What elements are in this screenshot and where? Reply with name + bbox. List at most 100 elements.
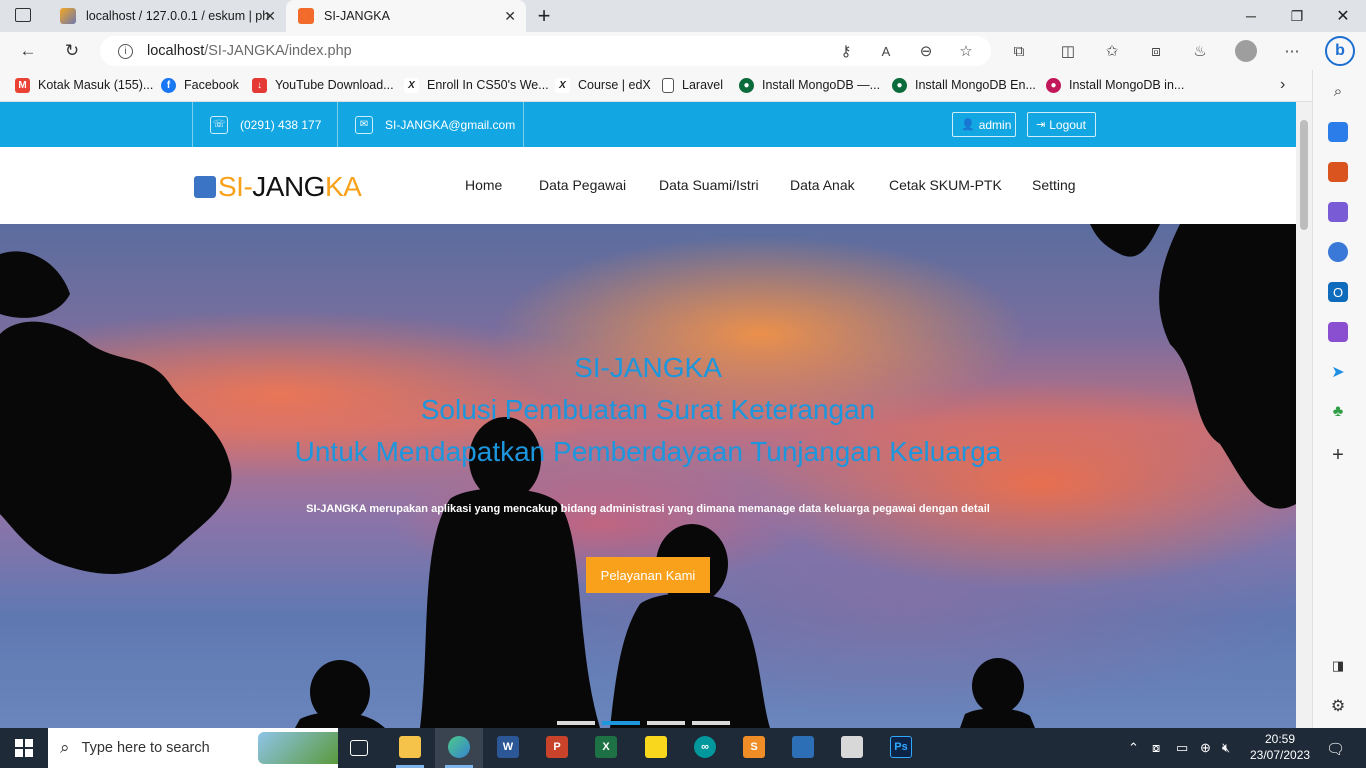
mongodb-icon: ● [1046,77,1061,93]
bookmark-item[interactable]: X Enroll In CS50's We... [404,76,549,94]
bookmark-item[interactable]: ● Install MongoDB in... [1046,76,1184,94]
language-globe-icon[interactable]: ⊕ [1200,740,1211,756]
office-icon[interactable] [1328,242,1348,262]
nav-setting[interactable]: Setting [1032,177,1076,193]
chevron-up-icon[interactable]: ⌃ [1128,740,1139,756]
tab-actions-icon[interactable] [15,8,31,22]
phone-icon: ☏ [210,115,228,134]
battery-icon[interactable]: ▭ [1176,740,1188,756]
send-icon[interactable]: ➤ [1328,362,1348,382]
sidebar-toggle-icon[interactable]: ◨ [1328,656,1348,676]
photoshop-icon[interactable]: Ps [890,736,912,758]
facebook-icon: f [161,77,176,93]
key-icon[interactable]: ⚷ [835,40,857,62]
close-window-button[interactable]: ✕ [1320,0,1366,32]
read-aloud-icon[interactable]: A [875,40,897,62]
hero-slider: SI-JANGKA Solusi Pembuatan Surat Keteran… [0,224,1296,728]
chevron-right-icon[interactable]: › [1280,76,1285,94]
bookmark-label: Kotak Masuk (155)... [38,78,154,92]
mail-icon: ✉ [355,115,373,134]
scrollbar-thumb[interactable] [1300,120,1308,230]
bookmark-item[interactable]: f Facebook [161,76,239,94]
restore-button[interactable]: ❐ [1274,0,1320,32]
close-icon[interactable]: ✕ [264,8,276,25]
minimize-button[interactable]: ─ [1228,0,1274,32]
slide-indicator-active[interactable] [602,721,640,725]
bookmark-item[interactable]: ● Install MongoDB En... [892,76,1036,94]
file-explorer-icon[interactable] [399,736,421,758]
shopping-icon[interactable] [1328,122,1348,142]
network-device-icon[interactable]: ⧇ [1152,740,1160,756]
admin-label: admin [978,117,1012,132]
tab-si-jangka[interactable]: SI-JANGKA ✕ [286,0,526,32]
volume-muted-icon[interactable]: 🔇︎ [1222,740,1230,756]
nav-home[interactable]: Home [465,177,502,193]
more-icon[interactable]: ⋯ [1281,40,1303,62]
bookmark-item[interactable]: Laravel [662,76,723,94]
slide-indicator[interactable] [692,721,730,725]
split-screen-icon[interactable]: ◫ [1057,40,1079,62]
outlook-icon[interactable]: O [1328,282,1348,302]
nav-data-anak[interactable]: Data Anak [790,177,855,193]
logo-text-1: SI- [218,171,253,202]
add-icon[interactable]: + [1328,444,1348,466]
taskbar-search[interactable]: ⌕ Type here to search [48,728,338,768]
zoom-out-icon[interactable]: ⊖ [915,40,937,62]
clock[interactable]: 20:59 23/07/2023 [1250,731,1310,763]
arduino-icon[interactable]: ∞ [694,736,716,758]
favorites-icon[interactable]: ✩ [1101,40,1123,62]
tools-icon[interactable] [1328,162,1348,182]
profile-avatar[interactable] [1235,40,1257,62]
excel-icon[interactable]: X [595,736,617,758]
tab-phpmyadmin[interactable]: localhost / 127.0.0.1 / eskum | ph ✕ [48,0,286,32]
bookmark-item[interactable]: M Kotak Masuk (155)... [15,76,153,94]
games-icon[interactable] [1328,202,1348,222]
performance-icon[interactable]: ♨ [1189,40,1211,62]
slide-indicator[interactable] [557,721,595,725]
designer-icon[interactable] [1328,322,1348,342]
refresh-button[interactable]: ↻ [59,38,85,64]
search-icon[interactable]: ⌕ [1328,81,1348,101]
slide-indicator[interactable] [647,721,685,725]
tab-title: localhost / 127.0.0.1 / eskum | ph [86,9,270,23]
bookmark-label: Install MongoDB —... [762,78,881,92]
nav-cetak-skum-ptk[interactable]: Cetak SKUM-PTK [889,177,1002,193]
bookmark-item[interactable]: ↓ YouTube Download... [252,76,394,94]
task-view-icon[interactable] [350,740,368,756]
logout-button[interactable]: ⇥ Logout [1027,112,1096,137]
search-placeholder: Type here to search [81,740,210,756]
phpmyadmin-icon [60,8,76,24]
logo-text-2: JANG [252,171,325,202]
word-icon[interactable]: W [497,736,519,758]
extensions-icon[interactable]: ⧉ [1008,40,1030,62]
pelayanan-kami-button[interactable]: Pelayanan Kami [586,557,710,593]
windows-start-icon[interactable] [15,739,33,757]
info-icon[interactable]: i [118,43,133,59]
tree-icon[interactable]: ♣ [1328,402,1348,422]
powerpoint-icon[interactable]: P [546,736,568,758]
nav-data-pegawai[interactable]: Data Pegawai [539,177,626,193]
notifications-icon[interactable]: 🗨︎ [1326,740,1345,758]
site-logo[interactable]: SI- JANG KA [194,171,362,202]
bookmark-item[interactable]: ● Install MongoDB —... [739,76,880,94]
virtualbox-icon[interactable] [792,736,814,758]
bing-icon[interactable]: b [1325,36,1355,66]
collections-icon[interactable]: ⧈ [1145,40,1167,62]
favorite-star-icon[interactable]: ☆ [955,40,977,62]
contact-topbar [0,102,1296,147]
tab-title: SI-JANGKA [324,9,390,23]
close-icon[interactable]: ✕ [504,8,516,25]
url-input[interactable]: i localhost/SI-JANGKA/index.php [100,36,991,66]
bookmark-item[interactable]: X Course | edX [555,76,651,94]
download-icon: ↓ [252,77,267,93]
settings-icon[interactable]: ⚙ [1328,696,1348,716]
sticky-notes-icon[interactable] [645,736,667,758]
sublime-text-icon[interactable]: S [743,736,765,758]
python-icon[interactable] [841,736,863,758]
admin-button[interactable]: 👤 admin [952,112,1016,137]
new-tab-button[interactable]: + [521,0,567,32]
back-button[interactable]: ← [15,38,41,64]
nav-data-suami-istri[interactable]: Data Suami/Istri [659,177,759,193]
divider [192,102,193,147]
site-favicon-icon [298,8,314,24]
